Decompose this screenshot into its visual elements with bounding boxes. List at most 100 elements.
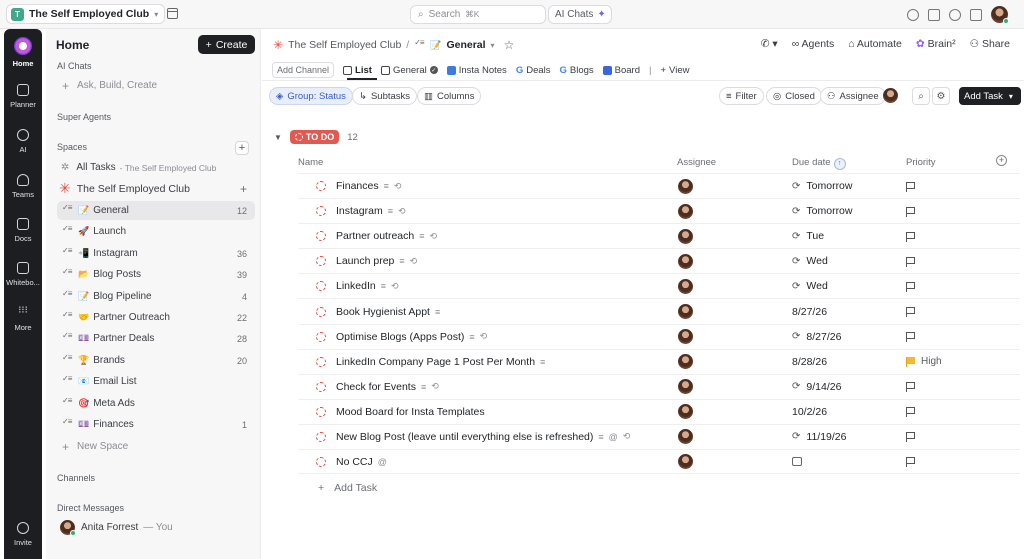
status-circle-icon[interactable] <box>316 281 326 292</box>
table-row[interactable]: Check for Events ≡ ⟲ ⟳ 9/14/26 <box>298 373 1020 399</box>
channels-section[interactable]: Channels <box>57 473 95 483</box>
share-button[interactable]: ⚇ Share <box>970 38 1010 50</box>
calendar-icon[interactable] <box>167 8 178 19</box>
assignee-avatar[interactable] <box>678 379 693 395</box>
star-icon[interactable]: ☆ <box>504 38 515 52</box>
table-row[interactable]: Partner outreach ≡ ⟲ ⟳ Tue <box>298 223 1020 248</box>
phone-icon[interactable]: ✆ ▾ <box>761 38 778 50</box>
search-button[interactable]: ⌕ <box>912 87 930 105</box>
table-row[interactable]: New Blog Post (leave until everything el… <box>298 423 1020 449</box>
status-circle-icon[interactable] <box>316 406 326 417</box>
priority-cell[interactable] <box>906 206 916 217</box>
priority-cell[interactable] <box>906 181 916 192</box>
assignee-avatar[interactable] <box>678 454 693 470</box>
sidebar-list-item[interactable]: 📂 Blog Posts 39 <box>57 265 255 284</box>
create-button[interactable]: + Create <box>198 35 255 54</box>
status-circle-icon[interactable] <box>316 256 326 267</box>
sidebar-list-item[interactable]: 🏆 Brands 20 <box>57 351 255 370</box>
priority-cell[interactable] <box>906 382 916 393</box>
breadcrumb-space[interactable]: The Self Employed Club <box>288 39 401 51</box>
due-date-cell[interactable]: ⟳ Wed <box>792 255 828 267</box>
brain-button[interactable]: ✿ Brain² <box>916 38 956 50</box>
assignee-avatar[interactable] <box>678 178 693 194</box>
priority-cell[interactable] <box>906 256 916 267</box>
column-header-name[interactable]: Name <box>298 157 323 168</box>
status-badge[interactable]: TO DO <box>289 130 340 144</box>
priority-cell[interactable] <box>906 457 916 468</box>
task-name-cell[interactable]: New Blog Post (leave until everything el… <box>336 431 630 443</box>
sidebar-list-item[interactable]: 💷 Finances 1 <box>57 415 255 434</box>
rail-home[interactable]: Home <box>4 37 42 68</box>
tab-blogs[interactable]: G Blogs <box>560 65 594 76</box>
assignee-avatar[interactable] <box>678 404 693 420</box>
table-row[interactable]: Launch prep ≡ ⟲ ⟳ Wed <box>298 248 1020 273</box>
super-agents-section[interactable]: Super Agents <box>57 112 111 122</box>
microphone-icon[interactable] <box>949 8 961 21</box>
status-circle-icon[interactable] <box>316 356 326 367</box>
video-icon[interactable] <box>928 8 940 21</box>
column-header-assignee[interactable]: Assignee <box>677 157 716 168</box>
priority-cell[interactable] <box>906 231 916 242</box>
rail-more[interactable]: ⁝⁝⁝ More <box>4 306 42 333</box>
ai-chats-button[interactable]: AI Chats ✦ <box>548 5 612 24</box>
collapse-caret-icon[interactable]: ▼ <box>274 133 282 142</box>
task-name-cell[interactable]: Launch prep ≡ ⟲ <box>336 255 417 267</box>
column-header-due[interactable]: Due date ↑ <box>792 157 846 170</box>
assignee-avatar[interactable] <box>678 429 693 445</box>
task-name-cell[interactable]: Partner outreach ≡ ⟲ <box>336 230 437 242</box>
workspace-switcher[interactable]: T The Self Employed Club ▾ <box>6 4 166 24</box>
status-circle-icon[interactable] <box>316 431 326 442</box>
assignee-avatar[interactable] <box>678 354 693 370</box>
due-date-cell[interactable]: ⟳ Tomorrow <box>792 205 852 217</box>
settings-button[interactable]: ⚙ <box>932 87 950 105</box>
rail-docs[interactable]: Docs <box>4 218 42 243</box>
tab-general[interactable]: General ✓ <box>380 65 438 76</box>
rail-ai[interactable]: AI <box>4 129 42 154</box>
sidebar-list-item[interactable]: 🎯 Meta Ads <box>57 394 255 413</box>
table-row[interactable]: Book Hygienist Appt ≡ 8/27/26 <box>298 298 1020 323</box>
table-row[interactable]: Finances ≡ ⟲ ⟳ Tomorrow <box>298 173 1020 198</box>
status-circle-icon[interactable] <box>316 231 326 242</box>
sort-ascending-icon[interactable]: ↑ <box>833 157 846 170</box>
table-row[interactable]: Mood Board for Insta Templates 10/2/26 <box>298 398 1020 424</box>
table-row[interactable]: LinkedIn Company Page 1 Post Per Month ≡ … <box>298 348 1020 374</box>
chevron-down-icon[interactable]: ▾ <box>491 41 495 50</box>
column-header-priority[interactable]: Priority <box>906 157 936 168</box>
due-date-cell[interactable]: ⟳ 11/19/26 <box>792 431 846 443</box>
due-date-cell[interactable]: 8/27/26 <box>792 306 827 318</box>
priority-cell[interactable] <box>906 281 916 292</box>
table-row[interactable]: Instagram ≡ ⟲ ⟳ Tomorrow <box>298 198 1020 223</box>
add-task-row[interactable]: + Add Task <box>318 482 377 494</box>
table-row[interactable]: LinkedIn ≡ ⟲ ⟳ Wed <box>298 273 1020 298</box>
add-list-button[interactable]: + <box>240 182 247 196</box>
add-space-button[interactable]: + <box>235 141 249 155</box>
add-channel-button[interactable]: Add Channel <box>272 62 335 78</box>
sidebar-list-item[interactable]: 🤝 Partner Outreach 22 <box>57 308 255 327</box>
due-date-cell[interactable]: ⟳ 8/27/26 <box>792 331 841 343</box>
tab-board[interactable]: Board <box>602 65 640 76</box>
tab-deals[interactable]: G Deals <box>516 65 551 76</box>
due-date-cell[interactable]: ⟳ Tue <box>792 230 824 242</box>
sidebar-list-item[interactable]: 📝 General 12 <box>57 201 255 220</box>
table-row[interactable]: No CCJ @ <box>298 449 1020 475</box>
sidebar-list-item[interactable]: 🚀 Launch <box>57 222 255 241</box>
tab-list[interactable]: List <box>343 65 372 76</box>
task-name-cell[interactable]: Finances ≡ ⟲ <box>336 180 401 192</box>
assignee-avatar[interactable] <box>678 278 693 294</box>
task-name-cell[interactable]: No CCJ @ <box>336 456 387 468</box>
assignee-avatar[interactable] <box>678 329 693 345</box>
task-name-cell[interactable]: LinkedIn Company Page 1 Post Per Month ≡ <box>336 356 545 368</box>
task-name-cell[interactable]: Check for Events ≡ ⟲ <box>336 381 439 393</box>
tab-insta-notes[interactable]: Insta Notes <box>446 65 507 76</box>
agents-button[interactable]: ∞ Agents <box>792 38 835 50</box>
priority-cell[interactable] <box>906 432 916 443</box>
status-circle-icon[interactable] <box>316 306 326 317</box>
status-circle-icon[interactable] <box>316 381 326 392</box>
rail-planner[interactable]: Planner <box>4 84 42 109</box>
search-input[interactable]: ⌕ Search ⌘K <box>410 5 546 24</box>
table-row[interactable]: Optimise Blogs (Apps Post) ≡ ⟲ ⟳ 8/27/26 <box>298 323 1020 349</box>
add-task-button[interactable]: Add Task ▾ <box>959 87 1021 105</box>
sidebar-list-item[interactable]: 💷 Partner Deals 28 <box>57 329 255 348</box>
priority-cell[interactable] <box>906 407 916 418</box>
closed-button[interactable]: ◎ Closed <box>766 87 822 105</box>
